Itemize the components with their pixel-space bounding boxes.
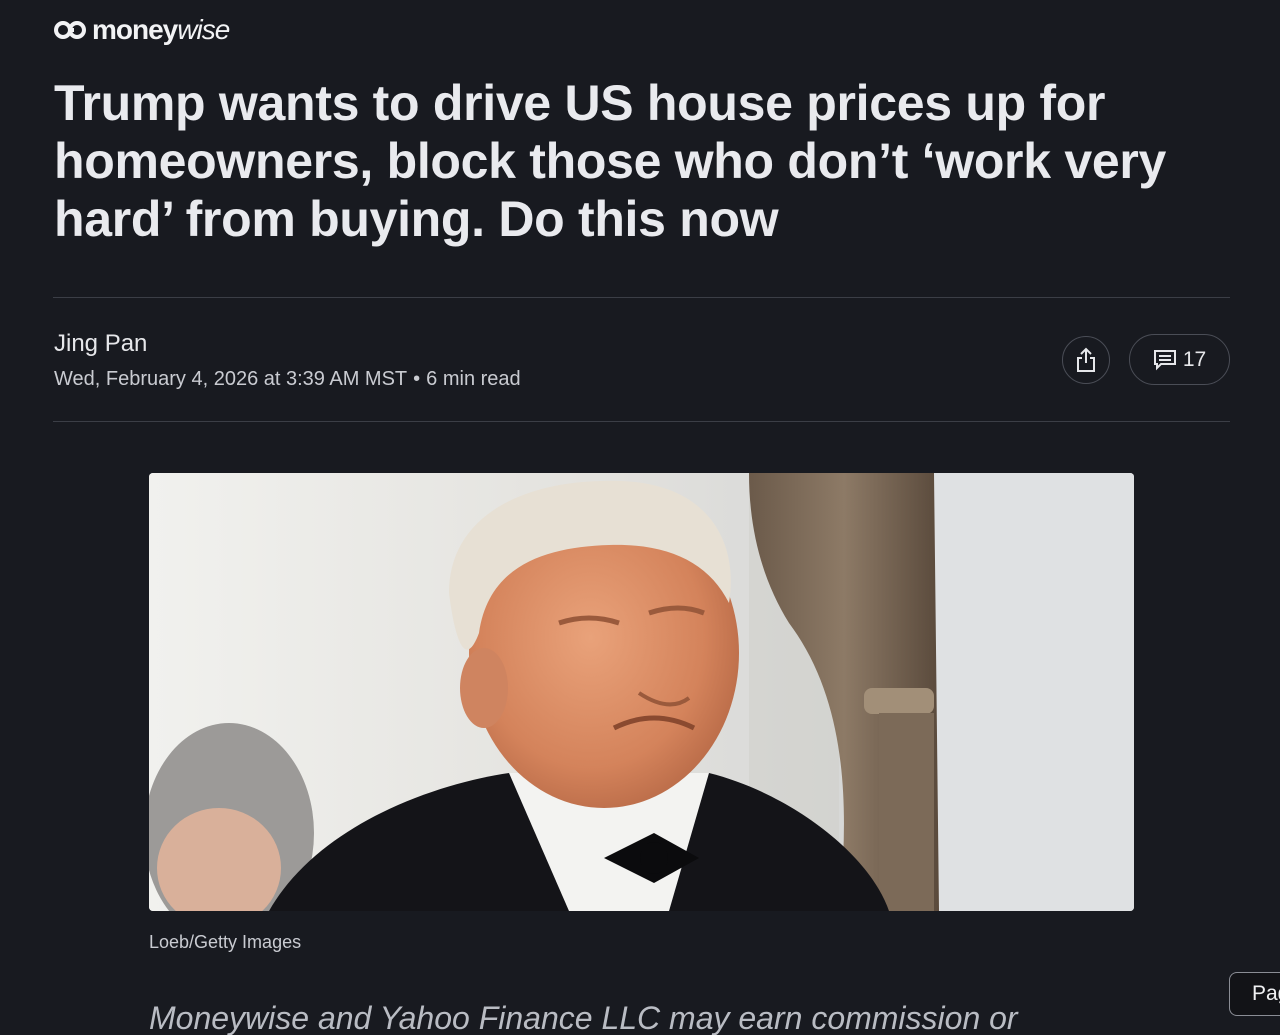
image-caption: Loeb/Getty Images bbox=[149, 932, 302, 952]
article-hero-image[interactable] bbox=[149, 473, 1134, 911]
share-icon bbox=[1077, 347, 1095, 372]
comment-count: 17 bbox=[1182, 347, 1207, 371]
affiliate-disclaimer: Moneywise and Yahoo Finance LLC may earn… bbox=[149, 1000, 1018, 1035]
hero-photo bbox=[149, 473, 1134, 911]
meta-separator: • bbox=[413, 368, 421, 390]
publish-date: Wed, February 4, 2026 at 3:39 AM MST bbox=[54, 368, 408, 390]
share-button[interactable] bbox=[1062, 336, 1110, 384]
article-page: moneywise Trump wants to drive US house … bbox=[0, 0, 1280, 1035]
logo-wordmark-light: wise bbox=[177, 14, 230, 45]
logo-wordmark: moneywise bbox=[92, 14, 230, 46]
author-name[interactable]: Jing Pan bbox=[54, 330, 147, 358]
moneywise-logo-icon bbox=[54, 21, 86, 39]
read-time: 6 min read bbox=[426, 368, 521, 390]
logo-wordmark-bold: money bbox=[92, 14, 178, 45]
article-headline: Trump wants to drive US house prices up … bbox=[54, 75, 1166, 247]
page-tab-button[interactable]: Pag bbox=[1229, 972, 1280, 1016]
article-meta: Wed, February 4, 2026 at 3:39 AM MST • 6… bbox=[54, 367, 521, 391]
moneywise-logo[interactable]: moneywise bbox=[54, 14, 230, 46]
comments-button[interactable]: 17 bbox=[1129, 334, 1230, 385]
divider-bottom bbox=[53, 421, 1230, 422]
divider-top bbox=[53, 297, 1230, 298]
comment-icon bbox=[1153, 349, 1176, 370]
